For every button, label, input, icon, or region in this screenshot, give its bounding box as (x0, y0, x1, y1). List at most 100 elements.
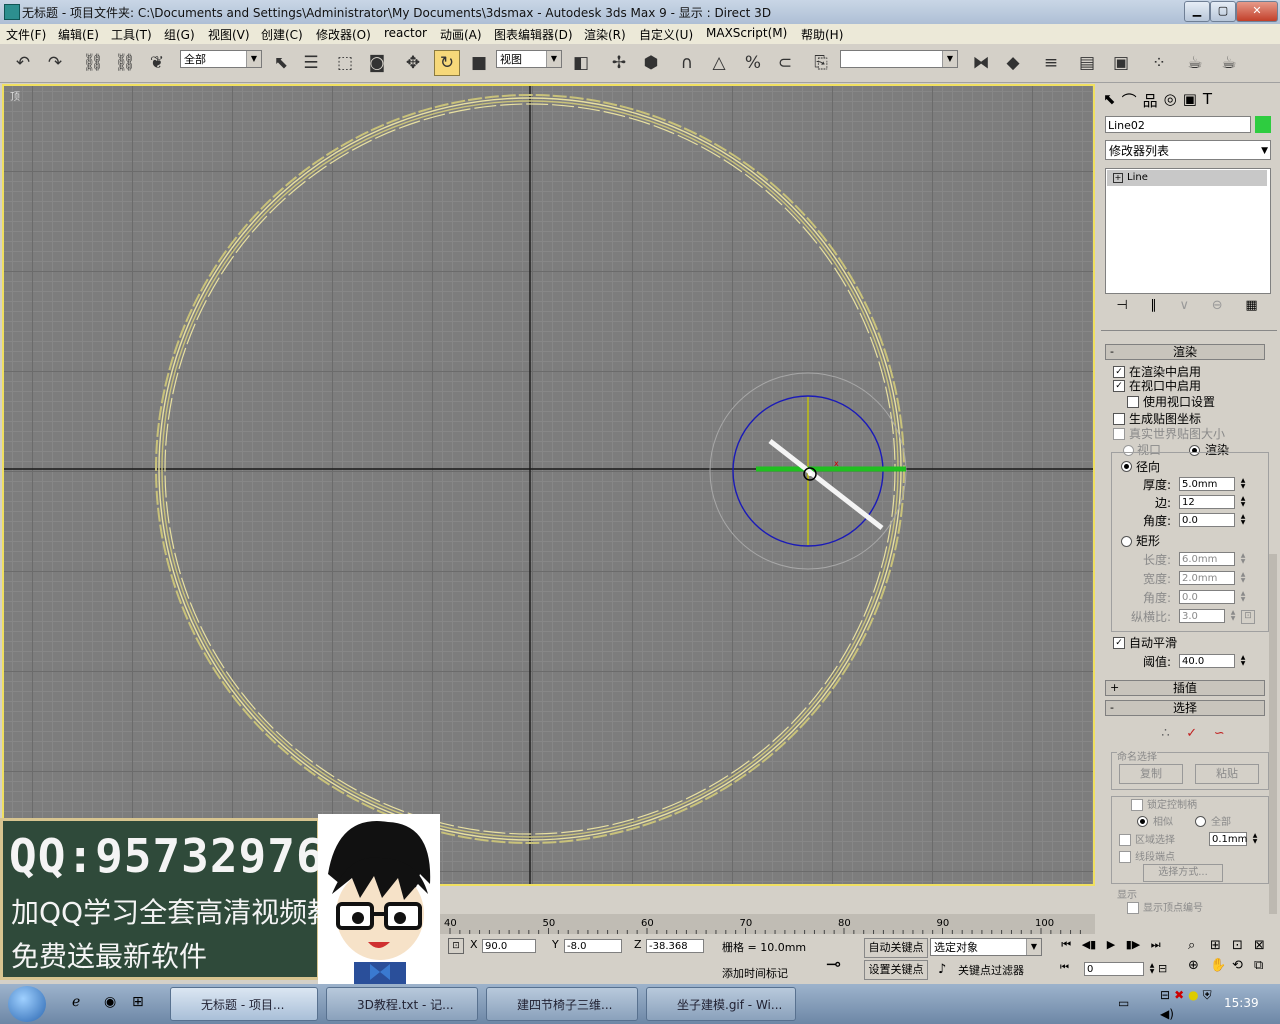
expand-icon[interactable]: + (1113, 173, 1123, 183)
select-by-name-icon[interactable]: ☰ (298, 50, 324, 76)
length-spinner[interactable]: 6.0mm ▲ ▼ (1179, 552, 1245, 566)
segment-end-checkbox[interactable] (1119, 851, 1131, 863)
window-crossing-icon[interactable]: ◙ (364, 50, 390, 76)
selection-filter-dropdown[interactable]: 全部 ▼ (180, 50, 262, 68)
viewport-top[interactable]: 顶 x (2, 84, 1095, 886)
layer-manager-icon[interactable]: ≡ (1038, 50, 1064, 76)
close-button[interactable]: ✕ (1236, 1, 1278, 22)
current-frame-field[interactable]: 0 ▲ ▼ (1084, 962, 1154, 976)
spinner-arrows-icon[interactable]: ▲ ▼ (1238, 655, 1248, 668)
zoom-icon[interactable]: ⌕ (1188, 938, 1210, 958)
undo-icon[interactable]: ↶ (10, 50, 36, 76)
interpolation-rollout-header[interactable]: + 插值 (1105, 680, 1265, 696)
motion-tab-icon[interactable]: ◎ (1164, 90, 1177, 112)
select-by-button[interactable]: 选择方式... (1143, 864, 1223, 882)
minimize-button[interactable]: ▁ (1184, 1, 1210, 22)
volume-tray-icon[interactable]: ◀) (1160, 1007, 1174, 1021)
gen-mapping-checkbox[interactable] (1113, 413, 1125, 425)
mirror-icon[interactable]: ⧓ (968, 50, 994, 76)
panel-scrollbar[interactable] (1269, 554, 1277, 914)
render-rollout-header[interactable]: - 渲染 (1105, 344, 1265, 360)
display-tab-icon[interactable]: ▣ (1183, 90, 1197, 112)
link-icon[interactable]: ⛓ (80, 50, 106, 76)
auto-smooth-checkbox[interactable]: ✓ (1113, 637, 1125, 649)
select-icon[interactable]: ⬉ (268, 50, 294, 76)
aspect-spinner[interactable]: 3.0 ▲ ▼ (1179, 609, 1235, 623)
material-editor-icon[interactable]: ⁘ (1146, 50, 1172, 76)
region-zoom-icon[interactable]: ⊕ (1188, 958, 1210, 978)
segment-level-icon[interactable]: ✓ (1186, 726, 1197, 742)
show-vertex-numbers-checkbox[interactable] (1127, 902, 1139, 914)
set-key-button[interactable]: 设置关键点 (864, 960, 928, 980)
spinner-arrows-icon[interactable]: ▲ ▼ (1238, 591, 1248, 604)
enable-in-viewport-checkbox[interactable]: ✓ (1113, 380, 1125, 392)
time-config-icon[interactable]: ⊟ (1158, 962, 1167, 975)
pan-icon[interactable]: ✋ (1210, 958, 1232, 978)
pivot-center-icon[interactable]: ◧ (568, 50, 594, 76)
angle-spinner[interactable]: 0.0 ▲ ▼ (1179, 513, 1245, 527)
modify-tab-icon[interactable]: ⌒ (1122, 90, 1137, 112)
spinner-arrows-icon[interactable]: ▲ ▼ (1238, 553, 1248, 566)
menu-modifiers[interactable]: 修改器(O) (316, 26, 371, 43)
rect-selection-icon[interactable]: ⬚ (332, 50, 358, 76)
quicklaunch-media-icon[interactable]: ◉ (104, 994, 116, 1010)
goto-start-icon[interactable]: ⏮ (1061, 938, 1071, 956)
rotate-icon[interactable]: ↻ (434, 50, 460, 76)
object-color-swatch[interactable] (1255, 116, 1271, 133)
move-icon[interactable]: ✥ (400, 50, 426, 76)
app-icon[interactable] (4, 4, 20, 20)
key-icon[interactable]: ⊸ (826, 954, 841, 975)
quicklaunch-ie-icon[interactable]: ℯ (72, 994, 80, 1010)
prev-frame-icon[interactable]: ◀▮ (1082, 938, 1097, 956)
vertex-level-icon[interactable]: ∴ (1161, 726, 1169, 742)
key-filters-button[interactable]: 关键点过滤器 (958, 962, 1024, 978)
task-folder[interactable]: 建四节椅子三维... (486, 987, 638, 1021)
threshold-spinner[interactable]: 40.0 ▲ ▼ (1179, 654, 1245, 668)
keyboard-shortcut-icon[interactable]: ⬢ (638, 50, 664, 76)
key-mode-dropdown[interactable]: 选定对象 ▼ (930, 938, 1042, 956)
menu-reactor[interactable]: reactor (384, 26, 427, 40)
menu-help[interactable]: 帮助(H) (801, 26, 843, 43)
remove-modifier-icon[interactable]: ⊖ (1212, 298, 1223, 320)
time-ruler[interactable]: 40 50 60 70 80 90 100 (440, 914, 1095, 934)
menu-rendering[interactable]: 渲染(R) (584, 26, 626, 43)
sides-spinner[interactable]: 12 ▲ ▼ (1179, 495, 1245, 509)
lock-handles-checkbox[interactable] (1131, 799, 1143, 811)
named-selection-icon[interactable]: ⎘ (808, 50, 834, 76)
pin-stack-icon[interactable]: ⊣ (1116, 298, 1127, 320)
play-icon[interactable]: ▶ (1107, 938, 1115, 956)
utilities-tab-icon[interactable]: T (1203, 90, 1212, 112)
redo-icon[interactable]: ↷ (42, 50, 68, 76)
arc-rotate-icon[interactable]: ⟲ (1232, 958, 1254, 978)
object-name-field[interactable]: Line02 (1105, 116, 1251, 133)
add-time-tag-button[interactable]: 添加时间标记 (722, 965, 788, 981)
snap-toggle-icon[interactable]: ∩ (674, 50, 700, 76)
paste-button[interactable]: 粘贴 (1195, 764, 1259, 784)
all-radio[interactable] (1195, 816, 1206, 827)
radial-radio[interactable] (1121, 461, 1132, 472)
maximize-button[interactable]: ▢ (1210, 1, 1236, 22)
modifier-list-dropdown[interactable]: 修改器列表 ▼ (1105, 140, 1271, 160)
network-tray-icon[interactable]: ⊟ (1160, 988, 1170, 1003)
thickness-spinner[interactable]: 5.0mm ▲ ▼ (1179, 477, 1245, 491)
task-notepad[interactable]: 3D教程.txt - 记... (326, 987, 478, 1021)
spinner-arrows-icon[interactable]: ▲ ▼ (1228, 610, 1238, 623)
menu-create[interactable]: 创建(C) (261, 26, 303, 43)
spinner-snap-icon[interactable]: ⊂ (772, 50, 798, 76)
make-unique-icon[interactable]: ∨ (1180, 298, 1190, 320)
width-spinner[interactable]: 2.0mm ▲ ▼ (1179, 571, 1245, 585)
spinner-arrows-icon[interactable]: ▲ ▼ (1250, 833, 1260, 846)
chat-tray-icon[interactable]: ● (1188, 988, 1198, 1003)
menu-animation[interactable]: 动画(A) (440, 26, 482, 43)
copy-button[interactable]: 复制 (1119, 764, 1183, 784)
menu-edit[interactable]: 编辑(E) (58, 26, 99, 43)
stack-item-line[interactable]: + Line (1107, 170, 1267, 186)
menu-tools[interactable]: 工具(T) (111, 26, 152, 43)
real-world-checkbox[interactable] (1113, 428, 1125, 440)
configure-sets-icon[interactable]: ▦ (1245, 298, 1257, 320)
spinner-arrows-icon[interactable]: ▲ ▼ (1238, 572, 1248, 585)
modifier-stack[interactable]: + Line (1105, 168, 1271, 294)
spinner-arrows-icon[interactable]: ▲ ▼ (1238, 478, 1248, 491)
create-tab-icon[interactable]: ⬉ (1103, 90, 1116, 112)
quick-render-icon[interactable]: ☕ (1216, 50, 1242, 76)
